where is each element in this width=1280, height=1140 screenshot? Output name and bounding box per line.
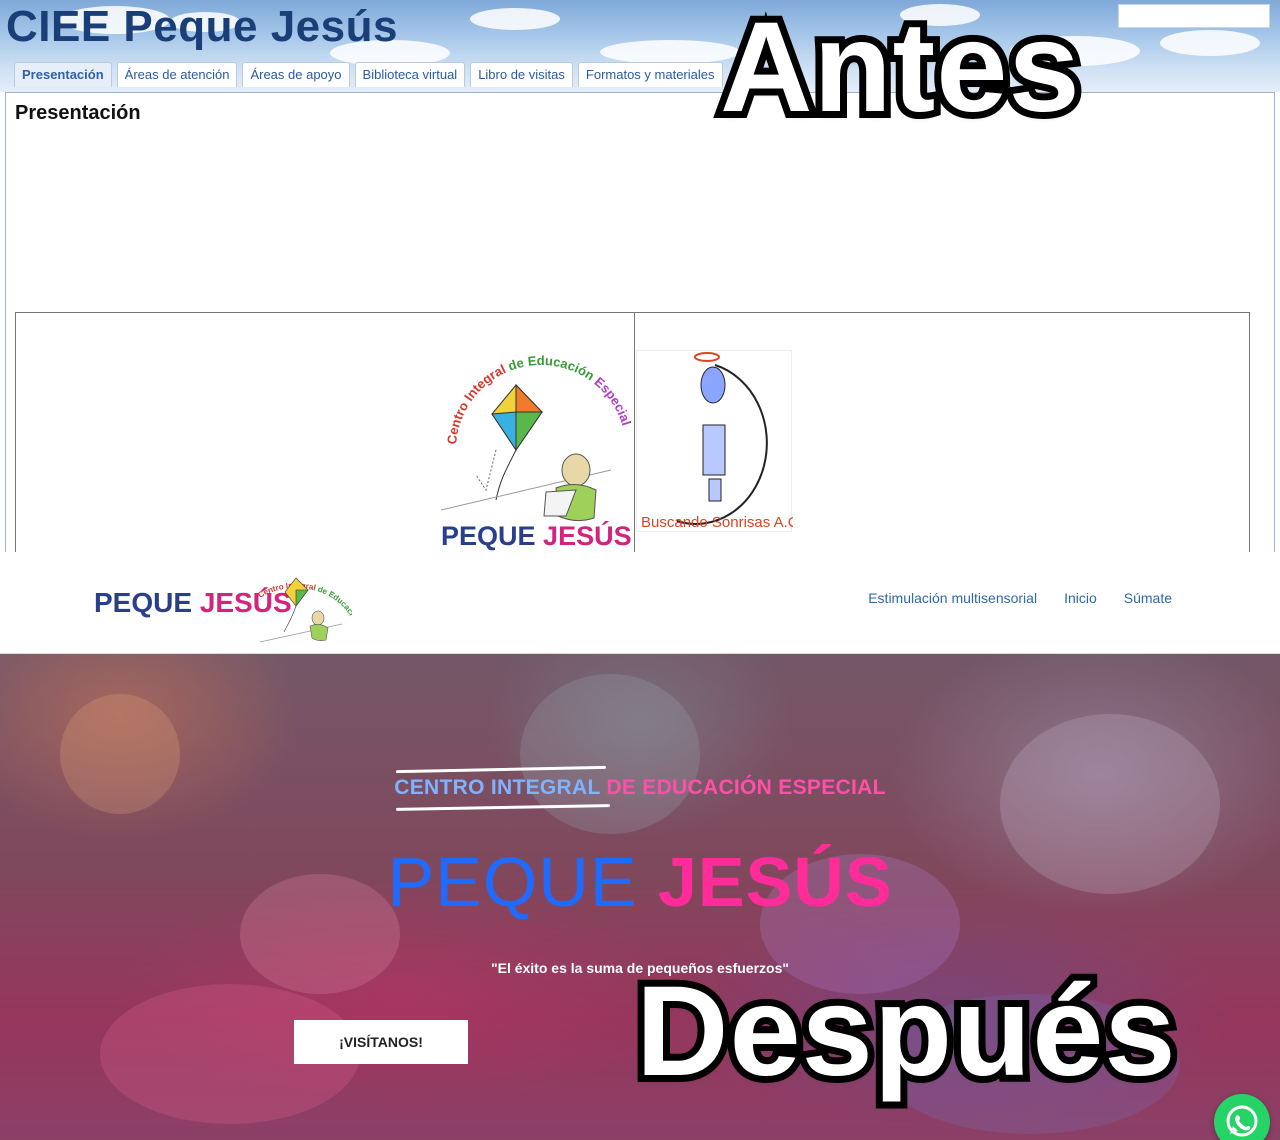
hero-subtitle: CENTRO INTEGRAL DE EDUCACIÓN ESPECIAL (0, 776, 1280, 800)
despues-label: Después (629, 960, 1183, 1103)
tab-formatos-materiales[interactable]: Formatos y materiales (577, 62, 723, 87)
new-navbar: PEQUE JESÚS Centro Integral de Educación… (0, 551, 1280, 654)
hero-title-b: JESÚS (657, 843, 893, 921)
arc-text-a: Centro Integral (444, 361, 508, 445)
buscando-logo-text: Buscando Sonrisas A.C (641, 514, 793, 531)
svg-text:Centro Integral d: Centro Integral de Educación Especial (444, 353, 634, 445)
visitanos-button[interactable]: ¡VISÍTANOS! (294, 1020, 468, 1064)
hero-subtitle-a: CENTRO INTEGRAL (394, 776, 601, 799)
hero-subtitle-b: DE EDUCACIÓN ESPECIAL (606, 776, 886, 799)
ciee-logo: Centro Integral de Educación Especial PE… (436, 340, 636, 552)
svg-text:PEQUE JESÚS: PEQUE JESÚS (441, 520, 632, 551)
ciee-logo-name-a: PEQUE (441, 521, 536, 551)
tab-biblioteca-virtual[interactable]: Biblioteca virtual (354, 62, 466, 87)
angel-icon (676, 352, 768, 525)
whatsapp-icon (1226, 1105, 1258, 1137)
hero-title-a: PEQUE (387, 843, 638, 921)
antes-label: Antes (713, 0, 1087, 139)
kite-icon (475, 383, 544, 501)
ciee-logo-name-b: JESÚS (543, 520, 632, 551)
new-logo-name-a: PEQUE (94, 587, 192, 618)
tab-presentacion[interactable]: Presentación (14, 62, 112, 87)
menu-estimulacion-multisensorial[interactable]: Estimulación multisensorial (868, 589, 1037, 607)
tab-libro-visitas[interactable]: Libro de visitas (470, 62, 573, 87)
hero-title: PEQUE JESÚS (0, 842, 1280, 922)
new-main-menu: Estimulación multisensorial Inicio Súmat… (868, 589, 1172, 607)
old-tab-bar: Presentación Áreas de atención Áreas de … (14, 62, 723, 87)
whatsapp-button[interactable] (1214, 1094, 1270, 1140)
menu-inicio[interactable]: Inicio (1064, 589, 1097, 607)
old-search-input[interactable] (1118, 4, 1270, 28)
new-site-logo[interactable]: PEQUE JESÚS Centro Integral de Educación… (89, 551, 356, 648)
buscando-sonrisas-logo: Buscando Sonrisas A.C (636, 350, 799, 532)
tab-areas-atencion[interactable]: Áreas de atención (116, 62, 238, 87)
menu-sumate[interactable]: Súmate (1124, 589, 1172, 607)
old-site-title[interactable]: CIEE Peque Jesús (6, 2, 398, 52)
before-after-comparison: CIEE Peque Jesús Presentación Áreas de a… (0, 0, 1280, 1140)
old-page-title: Presentación (15, 102, 141, 124)
tab-areas-apoyo[interactable]: Áreas de apoyo (242, 62, 350, 87)
old-website: CIEE Peque Jesús Presentación Áreas de a… (0, 0, 1280, 552)
